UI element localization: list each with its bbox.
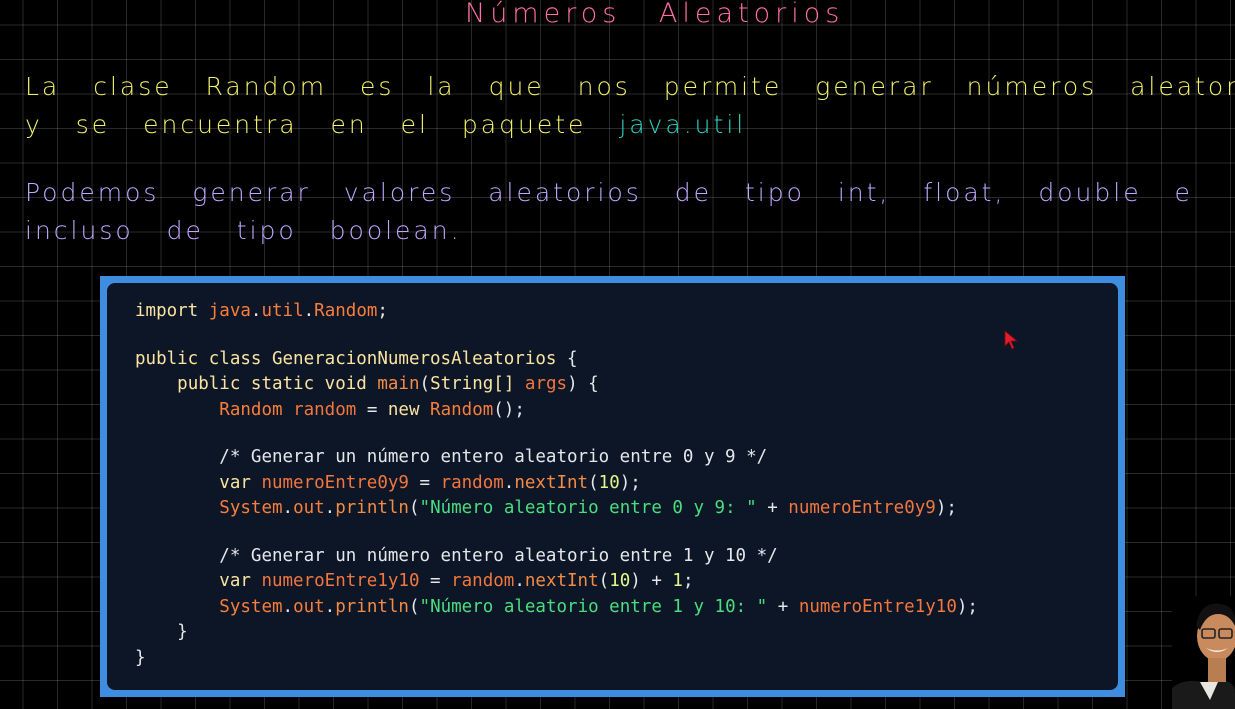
token-punct: ; (377, 301, 388, 321)
code-line-comment-1: /* Generar un número entero aleatorio en… (135, 445, 1118, 471)
token-keyword: var (219, 571, 251, 591)
token-keyword: new (387, 399, 420, 420)
token-punct: ( (588, 472, 599, 493)
token-class: Random (314, 301, 378, 321)
token-function: nextInt (524, 571, 599, 591)
code-block-frame: import java.util.Random; public class Gen… (100, 276, 1125, 697)
code-line-main-decl: public static void main(String[] args) { (135, 372, 1118, 398)
token-dot: . (324, 596, 336, 617)
code-listing: import java.util.Random; public class Gen… (135, 299, 1118, 671)
token-punct: { (556, 348, 578, 369)
token-dot: . (250, 301, 262, 321)
token-operator: = (408, 472, 441, 493)
token-dot: . (514, 571, 525, 591)
token-punct: ) { (567, 374, 599, 394)
code-line-println-1y10: System.out.println("Número aleatorio ent… (135, 595, 1118, 621)
token-variable: numeroEntre0y9 (261, 472, 409, 493)
code-line-comment-2: /* Generar un número entero aleatorio en… (135, 544, 1118, 570)
paragraph-2-line-2: incluso de tipo boolean. (25, 216, 462, 245)
token-brace: } (135, 647, 146, 668)
code-line-class-decl: public class GeneracionNumerosAleatorios… (135, 347, 1118, 373)
token-string: "Número aleatorio entre 0 y 9: " (419, 498, 757, 518)
code-line-import: import java.util.Random; (135, 299, 1118, 325)
token-field: out (293, 498, 325, 518)
token-dot: . (282, 498, 294, 518)
token-class-name: GeneracionNumerosAleatorios (271, 348, 557, 369)
paragraph-1-line-2-text: y se encuentra en el paquete (25, 110, 620, 139)
token-class: System (219, 596, 283, 617)
token-package: util (261, 301, 304, 321)
token-field: out (293, 596, 325, 617)
paragraph-1-line-1: La clase Random es la que nos permite ge… (25, 72, 1235, 101)
code-block: import java.util.Random; public class Gen… (107, 283, 1118, 690)
token-keyword: import (135, 301, 199, 321)
token-punct: ; (682, 571, 694, 591)
token-brace: } (177, 622, 188, 642)
token-class: Random (430, 399, 494, 420)
token-keyword: var (219, 472, 251, 493)
token-number: 1 (672, 571, 683, 591)
token-type: String[] (430, 374, 515, 394)
token-punct: ( (408, 596, 420, 617)
token-punct: ); (619, 472, 641, 493)
token-variable: numeroEntre0y9 (788, 498, 936, 518)
paragraph-2-line-1: Podemos generar valores aleatorios de ti… (25, 178, 1193, 207)
code-line-var-1y10: var numeroEntre1y10 = random.nextInt(10)… (135, 569, 1118, 595)
paragraph-1-line-2: y se encuentra en el paquete java.util (25, 110, 746, 139)
mouse-cursor-icon (1004, 330, 1018, 350)
token-operator: + (756, 498, 789, 518)
token-operator: + (767, 596, 799, 617)
code-line-var-0y9: var numeroEntre0y9 = random.nextInt(10); (135, 471, 1118, 497)
token-punct: (); (493, 399, 525, 420)
token-variable: random (440, 472, 504, 493)
token-number: 10 (609, 571, 631, 591)
token-punct: ); (956, 596, 978, 617)
code-line-close-class: } (135, 646, 1118, 672)
token-string: "Número aleatorio entre 1 y 10: " (419, 596, 768, 617)
presenter-avatar (1172, 596, 1235, 709)
token-keyword: public class (135, 348, 262, 369)
token-variable: numeroEntre1y10 (261, 571, 420, 591)
token-keyword: public static void (177, 374, 367, 394)
code-line-random-init: Random random = new Random(); (135, 398, 1118, 424)
token-comment: /* Generar un número entero aleatorio en… (219, 545, 778, 566)
token-number: 10 (598, 472, 620, 493)
token-punct: ); (935, 498, 957, 518)
token-punct: ( (408, 498, 420, 518)
page-title: Números Aleatorios (465, 0, 845, 29)
token-function: main (377, 374, 420, 394)
code-line-println-0y9: System.out.println("Número aleatorio ent… (135, 496, 1118, 522)
token-comment: /* Generar un número entero aleatorio en… (219, 447, 768, 467)
token-operator: = (356, 399, 388, 420)
token-class: System (219, 498, 283, 518)
token-function: println (335, 596, 409, 617)
token-punct: ( (598, 571, 610, 591)
token-dot: . (324, 498, 336, 518)
token-operator: = (419, 571, 452, 591)
token-variable: random (451, 571, 515, 591)
token-function: nextInt (514, 472, 589, 493)
token-function: println (335, 498, 409, 518)
token-dot: . (282, 596, 294, 617)
token-variable: random (293, 399, 357, 420)
token-operator: ) + (630, 571, 673, 591)
token-dot: . (503, 472, 515, 493)
package-name: java.util (619, 110, 747, 139)
token-class: Random (219, 399, 283, 420)
token-punct: ( (419, 374, 431, 394)
token-package: java (208, 301, 251, 321)
token-variable: args (524, 374, 568, 394)
code-line-close-method: } (135, 620, 1118, 646)
token-variable: numeroEntre1y10 (798, 596, 957, 617)
token-dot: . (303, 301, 315, 321)
